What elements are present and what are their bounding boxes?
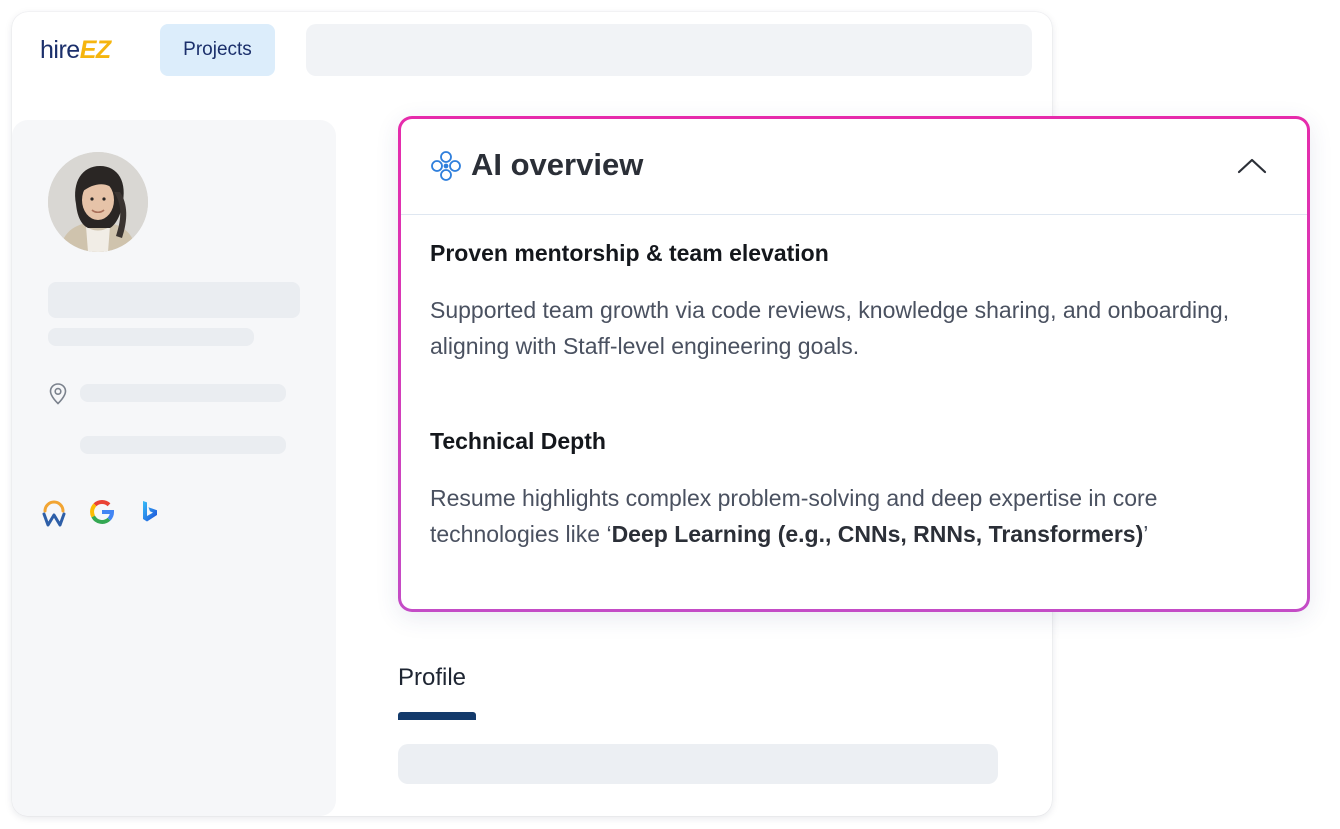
ai-overview-card: AI overview Proven mentorship & team ele… — [398, 116, 1310, 612]
detail-placeholder — [80, 436, 286, 454]
profile-content-placeholder — [398, 744, 998, 784]
insight-body: Supported team growth via code reviews, … — [430, 297, 1230, 359]
name-placeholder — [48, 282, 300, 318]
logo-hire-text: hire — [40, 36, 80, 64]
candidate-avatar — [48, 152, 148, 252]
avatar-photo — [48, 152, 148, 252]
ai-overview-panel: AI overview Proven mentorship & team ele… — [401, 119, 1307, 609]
insight-body-suffix: ’ — [1143, 521, 1149, 547]
hireez-logo[interactable]: hire EZ — [40, 36, 111, 66]
logo-ez-text: EZ — [79, 36, 111, 64]
google-icon[interactable] — [88, 498, 116, 526]
location-placeholder — [80, 384, 286, 402]
insight-title: Proven mentorship & team elevation — [430, 240, 829, 266]
search-bar-placeholder[interactable] — [306, 24, 1032, 76]
ai-overview-header: AI overview — [401, 119, 1307, 215]
bing-icon[interactable] — [136, 498, 164, 526]
insight-body-highlight: Deep Learning (e.g., CNNs, RNNs, Transfo… — [611, 521, 1144, 547]
title-placeholder — [48, 328, 254, 346]
insight-title: Technical Depth — [430, 428, 606, 454]
location-pin-icon — [49, 383, 67, 405]
profile-tab-label[interactable]: Profile — [398, 664, 466, 692]
candidate-sidebar — [12, 120, 336, 816]
ai-overview-title: AI overview — [471, 147, 644, 182]
profile-tab-indicator — [398, 712, 476, 720]
workday-icon[interactable] — [40, 500, 68, 528]
projects-button[interactable]: Projects — [160, 24, 275, 76]
insight-body: Resume highlights complex problem-solvin… — [430, 480, 1270, 552]
chevron-up-icon[interactable] — [1235, 151, 1269, 181]
ai-sparkle-icon — [431, 151, 461, 181]
